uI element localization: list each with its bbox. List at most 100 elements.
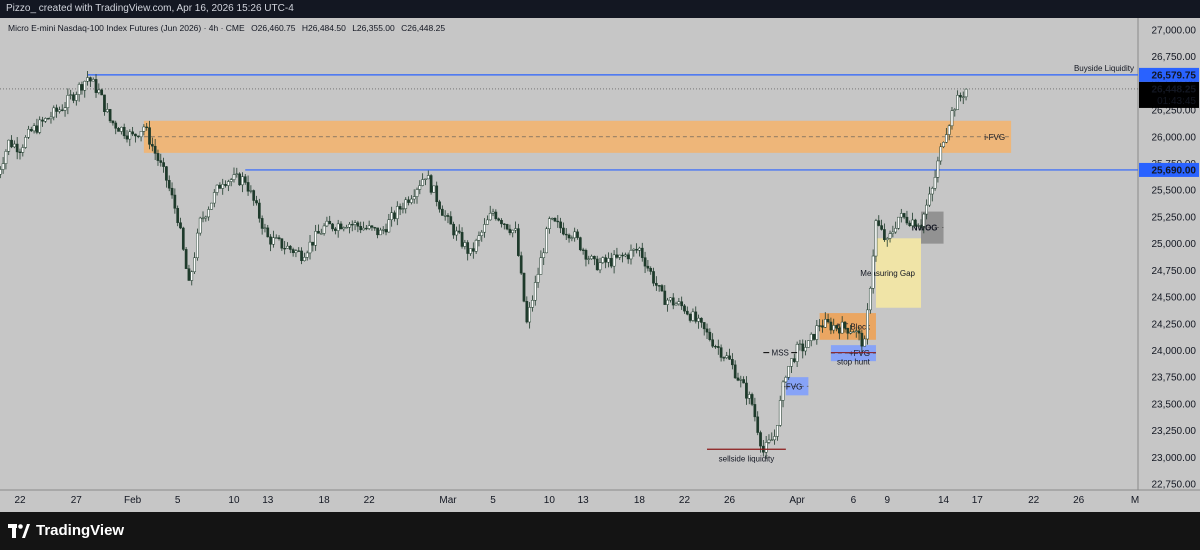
candle-body — [700, 317, 703, 323]
candle-body — [136, 135, 140, 138]
candle-body — [32, 125, 36, 132]
candle-body — [13, 143, 16, 148]
chart-canvas[interactable]: 27,000.0026,750.0026,500.0026,250.0026,0… — [0, 18, 1200, 512]
instrument-name: Micro E-mini Nasdaq-100 Index Futures (J… — [8, 23, 245, 33]
candle-body — [587, 258, 591, 260]
candle-body — [829, 321, 833, 331]
zone-label: +FVG — [781, 382, 802, 391]
candle-body — [776, 425, 779, 437]
candle-body — [939, 146, 943, 162]
candle-body — [38, 119, 42, 133]
candle-body — [502, 223, 506, 225]
candle-body — [902, 213, 906, 218]
candle-body — [404, 199, 408, 209]
candle-body — [809, 333, 813, 341]
candle-body — [446, 215, 450, 217]
y-tick-label: 25,500.00 — [1152, 186, 1197, 197]
candle-body — [418, 185, 422, 190]
y-tick-label: 24,250.00 — [1152, 319, 1197, 330]
x-tick-label: Feb — [124, 495, 142, 506]
candle-body — [714, 345, 717, 348]
candle-body — [778, 400, 782, 426]
candle-body — [804, 347, 807, 352]
candle-body — [511, 229, 515, 234]
candle-body — [97, 89, 101, 93]
y-tick-label: 23,500.00 — [1152, 399, 1197, 410]
candle-body — [680, 301, 684, 307]
candle-body — [866, 309, 869, 340]
candle-body — [936, 160, 940, 178]
candle-body — [812, 333, 816, 340]
candle-body — [342, 227, 346, 230]
candle-body — [477, 235, 481, 241]
candle-body — [108, 109, 112, 122]
candle-body — [134, 133, 137, 137]
candle-body — [94, 79, 98, 93]
x-tick-label: 13 — [262, 495, 274, 506]
candle-body — [27, 129, 30, 138]
level-label: Buyside Liquidity — [1074, 64, 1134, 73]
candle-body — [224, 184, 227, 186]
candle-body — [728, 355, 731, 360]
candle-body — [66, 95, 70, 108]
x-tick-label: 14 — [938, 495, 950, 506]
candle-body — [643, 257, 647, 267]
tradingview-logo[interactable]: TradingView — [8, 522, 124, 539]
candle-body — [407, 199, 410, 203]
candle-body — [103, 94, 106, 112]
candle-body — [674, 303, 678, 306]
candle-body — [635, 248, 638, 251]
instrument-title: Micro E-mini Nasdaq-100 Index Futures (J… — [8, 23, 445, 33]
candle-body — [52, 107, 56, 118]
candle-body — [514, 228, 517, 231]
candle-body — [255, 200, 258, 204]
candle-body — [100, 89, 104, 96]
candle-body — [384, 229, 388, 233]
candle-body — [24, 137, 27, 148]
candle-body — [212, 192, 216, 204]
candle-body — [359, 226, 363, 231]
candle-body — [139, 131, 143, 138]
candle-body — [629, 250, 633, 260]
candle-body — [395, 206, 399, 219]
bar-countdown: 01:43:45 — [1157, 96, 1196, 107]
candle-body — [497, 218, 501, 221]
candle-body — [367, 225, 371, 229]
candle-body — [241, 176, 244, 186]
candle-body — [925, 204, 928, 215]
candle-body — [246, 182, 250, 192]
candle-body — [4, 151, 8, 164]
candle-body — [840, 321, 844, 334]
candle-body — [846, 327, 850, 334]
candle-body — [364, 227, 368, 230]
y-tick-label: 24,750.00 — [1152, 266, 1197, 277]
y-tick-label: 26,750.00 — [1152, 52, 1197, 63]
candle-body — [435, 185, 439, 203]
candle-body — [227, 181, 230, 186]
candle-body — [542, 252, 546, 258]
candle-body — [15, 143, 19, 153]
x-tick-label: 5 — [175, 495, 181, 506]
candle-body — [187, 268, 191, 281]
candle-body — [277, 237, 281, 239]
candle-body — [303, 257, 306, 261]
candle-body — [207, 209, 210, 218]
candle-body — [519, 255, 523, 274]
candle-body — [570, 237, 574, 239]
candle-body — [640, 247, 644, 258]
x-tick-label: 9 — [884, 495, 890, 506]
ohlc-close: C26,448.25 — [401, 23, 445, 33]
candle-body — [91, 79, 95, 82]
candle-body — [69, 94, 73, 96]
candle-body — [550, 217, 554, 220]
candle-body — [559, 221, 562, 229]
candle-body — [460, 232, 464, 247]
candle-body — [18, 151, 22, 153]
candle-body — [517, 228, 520, 256]
candle-body — [387, 219, 391, 233]
tradingview-brand-text: TradingView — [36, 522, 125, 539]
candle-body — [60, 109, 64, 111]
chart-window: Pizzo_ created with TradingView.com, Apr… — [0, 0, 1200, 550]
candle-body — [697, 317, 700, 322]
candle-body — [41, 119, 44, 122]
